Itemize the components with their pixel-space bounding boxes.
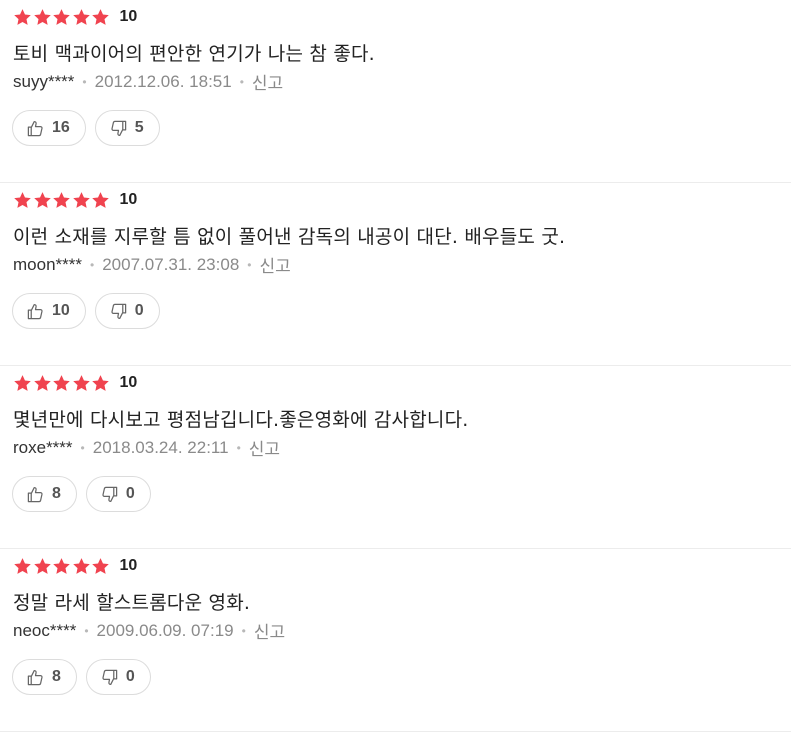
review-meta: suyy**** • 2012.12.06. 18:51 • 신고: [13, 69, 283, 94]
like-button[interactable]: 8: [12, 476, 77, 512]
report-link[interactable]: 신고: [259, 252, 290, 277]
dislike-count: 5: [134, 119, 144, 136]
separator-dot: •: [241, 623, 246, 638]
review-meta: neoc**** • 2009.06.09. 07:19 • 신고: [13, 618, 285, 643]
vote-buttons: 16 5: [12, 110, 160, 146]
star-icon: [53, 557, 70, 574]
star-icon: [72, 191, 90, 208]
rating: 10: [13, 555, 137, 577]
like-button[interactable]: 8: [12, 659, 77, 695]
review-item: 10 토비 맥과이어의 편안한 연기가 나는 참 좋다. suyy**** • …: [0, 0, 791, 183]
dislike-button[interactable]: 5: [94, 110, 160, 146]
star-icon: [53, 191, 70, 208]
star-icon: [33, 557, 51, 574]
thumbs-down-icon: [109, 119, 128, 138]
star-icon: [33, 8, 51, 25]
separator-dot: •: [247, 257, 252, 272]
like-count: 8: [52, 485, 61, 502]
rating-score: 10: [119, 374, 138, 391]
star-icon: [53, 374, 70, 391]
star-rating: [13, 8, 111, 27]
thumbs-down-icon: [100, 485, 119, 504]
dislike-count: 0: [125, 668, 135, 685]
author-name: suyy****: [13, 71, 75, 91]
review-text: 정말 라세 할스트롬다운 영화.: [13, 592, 251, 614]
review-date: 2007.07.31. 23:08: [102, 254, 240, 274]
like-count: 16: [52, 119, 70, 136]
thumbs-up-icon: [26, 485, 45, 504]
separator-dot: •: [82, 74, 87, 89]
like-button[interactable]: 10: [12, 293, 86, 329]
rating: 10: [13, 372, 137, 394]
review-item: 10 몇년만에 다시보고 평점남깁니다.좋은영화에 감사합니다. roxe***…: [0, 366, 791, 549]
separator-dot: •: [239, 74, 244, 89]
rating: 10: [13, 189, 137, 211]
author-name: roxe****: [13, 437, 73, 457]
star-icon: [92, 557, 109, 574]
star-icon: [14, 374, 31, 391]
rating-score: 10: [119, 8, 138, 25]
vote-buttons: 8 0: [12, 659, 151, 695]
star-icon: [72, 374, 90, 391]
dislike-button[interactable]: 0: [85, 659, 151, 695]
vote-buttons: 8 0: [12, 476, 151, 512]
review-text: 이런 소재를 지루할 틈 없이 풀어낸 감독의 내공이 대단. 배우들도 굿.: [13, 226, 566, 248]
separator-dot: •: [84, 623, 89, 638]
star-icon: [14, 8, 31, 25]
review-date: 2018.03.24. 22:11: [92, 437, 229, 457]
like-count: 8: [52, 668, 61, 685]
star-icon: [14, 191, 31, 208]
review-item: 10 정말 라세 할스트롬다운 영화. neoc**** • 2009.06.0…: [0, 549, 791, 732]
star-rating: [13, 374, 111, 393]
star-icon: [92, 8, 109, 25]
separator-dot: •: [236, 440, 241, 455]
dislike-button[interactable]: 0: [85, 476, 151, 512]
dislike-button[interactable]: 0: [94, 293, 160, 329]
star-icon: [14, 557, 31, 574]
like-count: 10: [52, 302, 70, 319]
author-name: moon****: [13, 254, 82, 274]
star-icon: [33, 374, 51, 391]
star-rating: [13, 191, 111, 210]
vote-buttons: 10 0: [12, 293, 160, 329]
author-name: neoc****: [13, 620, 77, 640]
star-icon: [53, 8, 70, 25]
thumbs-up-icon: [26, 119, 45, 138]
star-rating: [13, 557, 111, 576]
star-icon: [92, 191, 109, 208]
review-text: 토비 맥과이어의 편안한 연기가 나는 참 좋다.: [13, 43, 375, 65]
thumbs-up-icon: [26, 668, 45, 687]
report-link[interactable]: 신고: [252, 69, 283, 94]
thumbs-down-icon: [100, 668, 119, 687]
review-date: 2009.06.09. 07:19: [96, 620, 234, 640]
separator-dot: •: [80, 440, 85, 455]
review-item: 10 이런 소재를 지루할 틈 없이 풀어낸 감독의 내공이 대단. 배우들도 …: [0, 183, 791, 366]
rating-score: 10: [119, 557, 138, 574]
review-meta: moon**** • 2007.07.31. 23:08 • 신고: [13, 252, 291, 277]
review-list: 10 토비 맥과이어의 편안한 연기가 나는 참 좋다. suyy**** • …: [0, 0, 791, 732]
report-link[interactable]: 신고: [254, 618, 285, 643]
review-date: 2012.12.06. 18:51: [94, 71, 232, 91]
dislike-count: 0: [134, 302, 144, 319]
star-icon: [33, 191, 51, 208]
report-link[interactable]: 신고: [249, 435, 280, 460]
review-meta: roxe**** • 2018.03.24. 22:11 • 신고: [13, 435, 280, 460]
rating-score: 10: [119, 191, 138, 208]
review-text: 몇년만에 다시보고 평점남깁니다.좋은영화에 감사합니다.: [13, 409, 469, 431]
rating: 10: [13, 6, 137, 28]
star-icon: [92, 374, 109, 391]
star-icon: [72, 8, 90, 25]
star-icon: [72, 557, 90, 574]
thumbs-up-icon: [26, 302, 45, 321]
thumbs-down-icon: [109, 302, 128, 321]
like-button[interactable]: 16: [12, 110, 86, 146]
separator-dot: •: [90, 257, 95, 272]
dislike-count: 0: [125, 485, 135, 502]
